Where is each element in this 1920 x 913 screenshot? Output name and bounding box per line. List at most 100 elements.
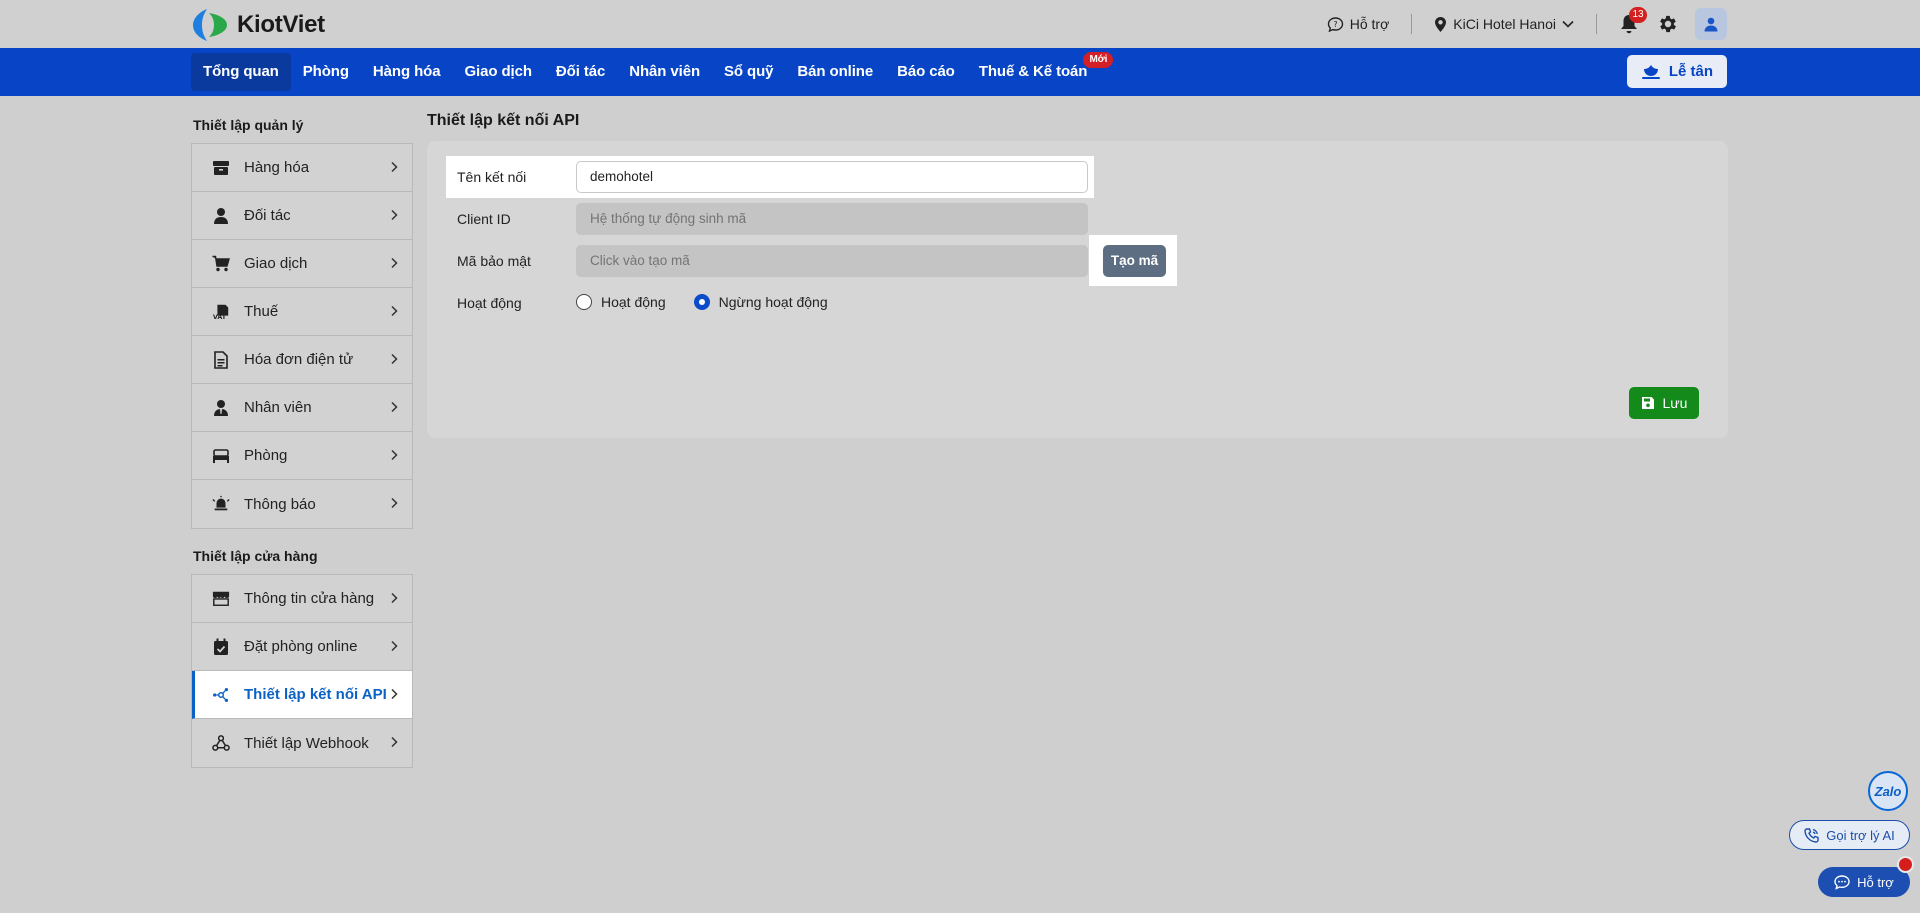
- sidebar-item-webhook[interactable]: Thiết lập Webhook: [192, 719, 412, 767]
- save-button[interactable]: Lưu: [1629, 387, 1699, 419]
- employee-icon: [212, 399, 230, 417]
- sidebar-item-label: Thuế: [244, 303, 279, 320]
- sidebar-group-management: Hàng hóa Đối tác Giao dịch VAT Thuế Hóa …: [191, 143, 413, 529]
- sidebar-item-label: Đặt phòng online: [244, 638, 358, 655]
- nav-item-goods[interactable]: Hàng hóa: [361, 53, 453, 91]
- branch-label: KiCi Hotel Hanoi: [1453, 16, 1556, 32]
- main-nav: Tổng quan Phòng Hàng hóa Giao dịch Đối t…: [0, 48, 1920, 96]
- svg-text:?: ?: [1333, 19, 1337, 28]
- status-inactive-label: Ngừng hoạt động: [718, 294, 828, 310]
- sidebar-item-tax[interactable]: VAT Thuế: [192, 288, 412, 336]
- reception-label: Lễ tân: [1668, 63, 1713, 80]
- chevron-right-icon: [391, 640, 398, 652]
- secret-key-input[interactable]: Click vào tạo mã: [576, 245, 1088, 277]
- ai-assistant-label: Gọi trợ lý AI: [1826, 827, 1895, 843]
- chat-bubble-icon: [1834, 874, 1850, 890]
- nav-item-tax-accounting[interactable]: Thuế & Kế toán Mới: [967, 52, 1114, 91]
- user-avatar[interactable]: [1695, 8, 1727, 40]
- help-unread-dot: [1897, 856, 1914, 873]
- chevron-right-icon: [391, 161, 398, 173]
- chevron-right-icon: [391, 257, 398, 269]
- chevron-right-icon: [391, 592, 398, 604]
- status-active-radio[interactable]: [576, 294, 592, 310]
- sidebar-item-label: Giao dịch: [244, 255, 308, 272]
- notification-count-badge: 13: [1629, 7, 1647, 23]
- sidebar-item-label: Đối tác: [244, 207, 291, 224]
- nav-item-transactions[interactable]: Giao dịch: [452, 53, 543, 91]
- chevron-down-icon: [1562, 20, 1574, 28]
- nav-item-employees[interactable]: Nhân viên: [617, 53, 712, 91]
- location-pin-icon: [1435, 16, 1447, 32]
- gear-icon[interactable]: [1657, 13, 1679, 35]
- sidebar-item-label: Thiết lập Webhook: [244, 734, 369, 752]
- chevron-right-icon: [391, 497, 398, 509]
- chat-help-icon: ?: [1327, 16, 1343, 32]
- help-chat-button[interactable]: Hỗ trợ: [1818, 867, 1910, 897]
- sidebar-item-store-info[interactable]: Thông tin cửa hàng: [192, 575, 412, 623]
- nav-item-partners[interactable]: Đối tác: [544, 53, 617, 91]
- brand-name: KiotViet: [237, 11, 325, 38]
- status-label: Hoạt động: [457, 295, 522, 311]
- chevron-right-icon: [391, 736, 398, 748]
- nav-item-tax-accounting-label: Thuế & Kế toán: [978, 63, 1088, 80]
- webhook-icon: [212, 734, 230, 752]
- help-chat-label: Hỗ trợ: [1857, 874, 1894, 890]
- chevron-right-icon: [391, 353, 398, 365]
- api-icon: [212, 686, 230, 704]
- nav-item-online-sales[interactable]: Bán online: [785, 53, 885, 91]
- notification-button[interactable]: 13: [1619, 7, 1647, 35]
- divider: [1596, 14, 1597, 34]
- support-link[interactable]: ? Hỗ trợ: [1327, 16, 1389, 33]
- ai-assistant-button[interactable]: Gọi trợ lý AI: [1789, 820, 1910, 850]
- sidebar-group-title-management: Thiết lập quản lý: [193, 117, 304, 133]
- sidebar-item-online-booking[interactable]: Đặt phòng online: [192, 623, 412, 671]
- sidebar-item-label: Thiết lập kết nối API: [244, 686, 387, 703]
- svg-text:VAT: VAT: [213, 314, 227, 321]
- reception-bell-icon: [1641, 64, 1660, 79]
- connection-name-input[interactable]: demohotel: [576, 161, 1088, 193]
- person-icon: [212, 207, 230, 225]
- sidebar-item-label: Phòng: [244, 447, 288, 464]
- sidebar-item-goods[interactable]: Hàng hóa: [192, 144, 412, 192]
- status-active-label: Hoạt động: [601, 294, 666, 310]
- logo[interactable]: KiotViet: [191, 7, 325, 43]
- alarm-icon: [212, 495, 230, 513]
- nav-item-reports[interactable]: Báo cáo: [885, 53, 967, 91]
- sidebar-item-rooms[interactable]: Phòng: [192, 432, 412, 480]
- zalo-chat-button[interactable]: Zalo: [1868, 771, 1908, 811]
- top-right-controls: ? Hỗ trợ KiCi Hotel Hanoi 13: [1327, 7, 1727, 40]
- nav-item-overview[interactable]: Tổng quan: [191, 53, 291, 91]
- invoice-icon: [212, 350, 230, 369]
- calendar-check-icon: [212, 638, 230, 656]
- sidebar-item-notifications[interactable]: Thông báo: [192, 480, 412, 528]
- sidebar-item-label: Hóa đơn điện tử: [244, 351, 354, 368]
- nav-items: Tổng quan Phòng Hàng hóa Giao dịch Đối t…: [191, 52, 1114, 91]
- sidebar-item-employees[interactable]: Nhân viên: [192, 384, 412, 432]
- connection-name-label: Tên kết nối: [457, 169, 527, 185]
- sidebar-item-partners[interactable]: Đối tác: [192, 192, 412, 240]
- sidebar-group-store: Thông tin cửa hàng Đặt phòng online Thiế…: [191, 574, 413, 768]
- nav-item-rooms[interactable]: Phòng: [291, 53, 361, 91]
- chevron-right-icon: [391, 209, 398, 221]
- status-radio-group: Hoạt động Ngừng hoạt động: [576, 294, 828, 310]
- divider: [1411, 14, 1413, 34]
- bed-icon: [212, 447, 230, 465]
- client-id-input[interactable]: Hệ thống tự động sinh mã: [576, 203, 1088, 235]
- chevron-right-icon: [391, 401, 398, 413]
- save-label: Lưu: [1662, 395, 1688, 411]
- chevron-right-icon: [391, 688, 398, 700]
- branch-selector[interactable]: KiCi Hotel Hanoi: [1434, 16, 1574, 33]
- sidebar-item-transactions[interactable]: Giao dịch: [192, 240, 412, 288]
- reception-button[interactable]: Lễ tân: [1626, 55, 1727, 88]
- generate-key-button[interactable]: Tạo mã: [1103, 245, 1166, 277]
- secret-key-label: Mã bảo mật: [457, 253, 531, 269]
- nav-item-cashbook[interactable]: Sổ quỹ: [712, 53, 785, 91]
- sidebar-item-e-invoice[interactable]: Hóa đơn điện tử: [192, 336, 412, 384]
- sidebar-item-api-connection[interactable]: Thiết lập kết nối API: [192, 671, 412, 719]
- chevron-right-icon: [391, 449, 398, 461]
- page-title: Thiết lập kết nối API: [427, 112, 580, 129]
- phone-call-icon: [1804, 827, 1819, 843]
- user-icon: [1704, 17, 1718, 32]
- top-bar: KiotViet ? Hỗ trợ KiCi Hotel Hanoi 13: [0, 0, 1920, 48]
- status-inactive-radio[interactable]: [693, 294, 710, 310]
